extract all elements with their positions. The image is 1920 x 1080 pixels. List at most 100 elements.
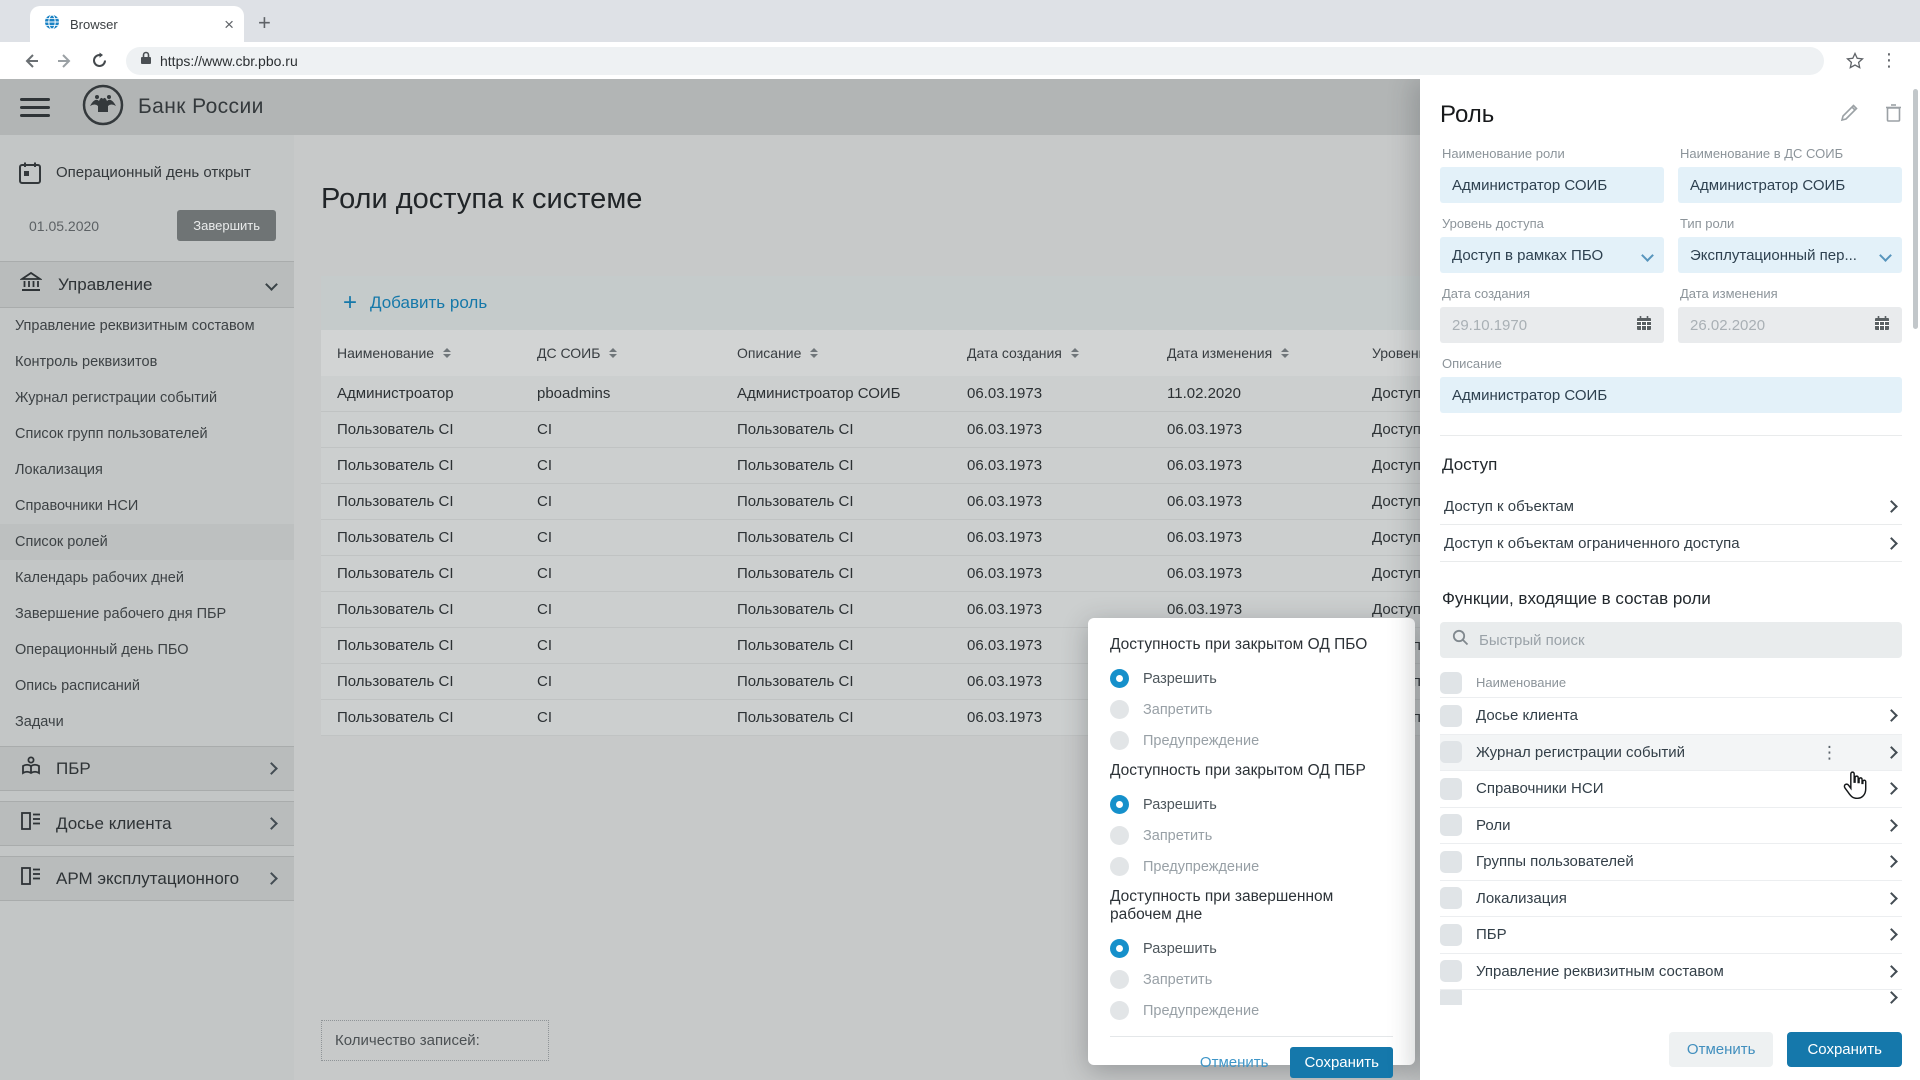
bookmark-star-icon[interactable] [1838, 52, 1872, 70]
select-all-checkbox[interactable] [1440, 672, 1462, 694]
role-type-select[interactable]: Эксплутационный пер... [1678, 237, 1902, 273]
radio-option[interactable]: Разрешить [1110, 933, 1393, 964]
radio-selected-icon[interactable] [1110, 795, 1129, 814]
panel-save-button[interactable]: Сохранить [1787, 1032, 1902, 1067]
sidebar-item-requisite-management[interactable]: Управление реквизитным составом [0, 308, 294, 344]
refresh-icon[interactable] [82, 52, 116, 69]
operational-day-status: Операционный день открыт [56, 161, 251, 181]
field-label: Дата создания [1442, 286, 1664, 301]
address-bar[interactable]: https://www.cbr.pbo.ru [126, 47, 1824, 75]
function-row-user-groups[interactable]: Группы пользователей [1440, 844, 1902, 881]
created-date-input[interactable]: 29.10.1970 [1440, 307, 1664, 343]
back-icon[interactable] [14, 52, 48, 70]
checkbox[interactable] [1440, 924, 1462, 946]
calendar-icon[interactable] [1874, 315, 1890, 335]
panel-cancel-button[interactable]: Отменить [1669, 1032, 1774, 1067]
hamburger-menu-icon[interactable] [20, 98, 50, 117]
finish-day-button[interactable]: Завершить [177, 210, 276, 241]
sidebar-item-roles-list[interactable]: Список ролей [0, 524, 294, 560]
checkbox[interactable] [1440, 814, 1462, 836]
radio-option[interactable]: Предупреждение [1110, 851, 1393, 882]
radio-option[interactable]: Предупреждение [1110, 725, 1393, 756]
calendar-icon[interactable] [1636, 315, 1652, 335]
functions-section-title: Функции, входящие в состав роли [1442, 589, 1902, 609]
radio-icon[interactable] [1110, 1001, 1129, 1020]
quick-search-box[interactable] [1440, 622, 1902, 658]
new-tab-button[interactable]: + [258, 8, 271, 38]
checkbox[interactable] [1440, 887, 1462, 909]
checkbox[interactable] [1440, 851, 1462, 873]
sidebar-item-schedules[interactable]: Опись расписаний [0, 668, 294, 704]
radio-selected-icon[interactable] [1110, 939, 1129, 958]
browser-menu-kebab-icon[interactable]: ⋮ [1872, 50, 1906, 71]
sidebar-section-management[interactable]: Управление [0, 261, 294, 308]
sidebar-section-arm[interactable]: АРМ эксплутационного [0, 856, 294, 901]
function-row-clipped[interactable] [1440, 990, 1902, 1005]
bank-of-russia-logo-icon [82, 84, 124, 131]
function-row-roles[interactable]: Роли [1440, 808, 1902, 845]
chevron-down-icon [1641, 249, 1654, 262]
forward-icon[interactable] [48, 52, 82, 70]
function-row-pbr[interactable]: ПБР [1440, 917, 1902, 954]
function-row-nsi-directories[interactable]: Справочники НСИ [1440, 771, 1902, 808]
radio-option[interactable]: Запретить [1110, 820, 1393, 851]
function-row-localization[interactable]: Локализация [1440, 881, 1902, 918]
edit-pencil-icon[interactable] [1840, 103, 1859, 127]
function-row-event-log[interactable]: Журнал регистрации событий ⋮ [1440, 735, 1902, 772]
sidebar-item-tasks[interactable]: Задачи [0, 704, 294, 740]
popup-cancel-button[interactable]: Отменить [1200, 1054, 1269, 1071]
checkbox[interactable] [1440, 960, 1462, 982]
radio-icon[interactable] [1110, 857, 1129, 876]
checkbox[interactable] [1440, 705, 1462, 727]
ds-soib-name-input[interactable]: Администратор СОИБ [1678, 167, 1902, 203]
tab-close-icon[interactable]: × [224, 16, 234, 33]
radio-option[interactable]: Предупреждение [1110, 995, 1393, 1026]
function-row-client-dossier[interactable]: Досье клиента [1440, 698, 1902, 735]
sidebar-item-nsi-directories[interactable]: Справочники НСИ [0, 488, 294, 524]
sidebar-section-client-dossier[interactable]: Досье клиента [0, 801, 294, 846]
radio-option[interactable]: Запретить [1110, 964, 1393, 995]
radio-icon[interactable] [1110, 826, 1129, 845]
radio-icon[interactable] [1110, 731, 1129, 750]
sidebar-item-requisite-control[interactable]: Контроль реквизитов [0, 344, 294, 380]
radio-option[interactable]: Разрешить [1110, 789, 1393, 820]
row-actions-kebab-icon[interactable]: ⋮ [1821, 743, 1838, 763]
checkbox[interactable] [1440, 741, 1462, 763]
sort-icon[interactable] [443, 348, 451, 358]
restricted-access-objects-link[interactable]: Доступ к объектам ограниченного доступа [1440, 525, 1902, 562]
function-row-requisite-management[interactable]: Управление реквизитным составом [1440, 954, 1902, 991]
sort-icon[interactable] [1071, 348, 1079, 358]
sort-icon[interactable] [609, 348, 617, 358]
radio-selected-icon[interactable] [1110, 669, 1129, 688]
sort-icon[interactable] [1281, 348, 1289, 358]
checkbox[interactable] [1440, 990, 1462, 1005]
panel-title: Роль [1440, 101, 1814, 129]
sidebar-item-event-log[interactable]: Журнал регистрации событий [0, 380, 294, 416]
sidebar-menu: Управление реквизитным составом Контроль… [0, 308, 294, 740]
modified-date-input[interactable]: 26.02.2020 [1678, 307, 1902, 343]
delete-trash-icon[interactable] [1885, 103, 1902, 127]
add-role-button[interactable]: Добавить роль [370, 293, 487, 313]
radio-icon[interactable] [1110, 700, 1129, 719]
sidebar-section-pbr[interactable]: ПБР [0, 746, 294, 791]
radio-icon[interactable] [1110, 970, 1129, 989]
radio-option[interactable]: Разрешить [1110, 663, 1393, 694]
sidebar-item-pbr-day-end[interactable]: Завершение рабочего дня ПБР [0, 596, 294, 632]
access-level-select[interactable]: Доступ в рамках ПБО [1440, 237, 1664, 273]
sidebar-item-work-calendar[interactable]: Календарь рабочих дней [0, 560, 294, 596]
browser-tab[interactable]: Browser × [30, 6, 244, 42]
field-label: Наименование роли [1442, 146, 1664, 161]
role-name-input[interactable]: Администратор СОИБ [1440, 167, 1664, 203]
sidebar-item-user-groups[interactable]: Список групп пользователей [0, 416, 294, 452]
popup-save-button[interactable]: Сохранить [1290, 1047, 1393, 1078]
access-objects-link[interactable]: Доступ к объектам [1440, 488, 1902, 525]
sort-icon[interactable] [810, 348, 818, 358]
radio-option[interactable]: Запретить [1110, 694, 1393, 725]
document-list-icon [20, 811, 42, 836]
search-input[interactable] [1479, 632, 1873, 649]
sidebar-item-localization[interactable]: Локализация [0, 452, 294, 488]
checkbox[interactable] [1440, 778, 1462, 800]
description-input[interactable]: Администратор СОИБ [1440, 377, 1902, 413]
sidebar-item-pbo-operational-day[interactable]: Операционный день ПБО [0, 632, 294, 668]
panel-scrollbar[interactable] [1913, 89, 1918, 329]
